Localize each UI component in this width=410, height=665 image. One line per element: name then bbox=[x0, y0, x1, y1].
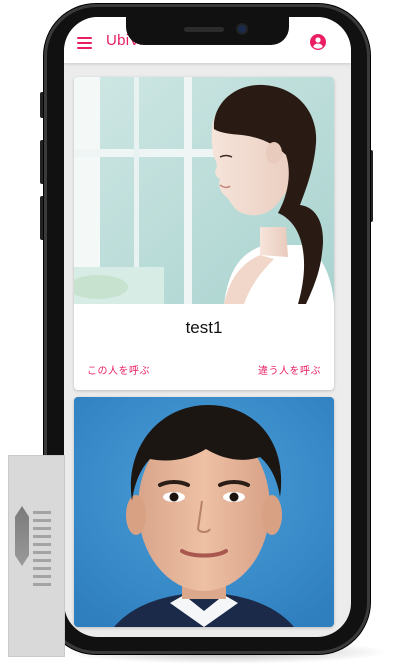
card-list: test1 この人を呼ぶ 違う人を呼ぶ bbox=[74, 77, 336, 634]
phone-notch bbox=[126, 17, 289, 45]
speaker-grille bbox=[184, 27, 224, 32]
logo-text-graphic bbox=[33, 511, 51, 591]
side-logo-card bbox=[8, 455, 65, 657]
logo-mark-icon bbox=[15, 506, 29, 566]
person-card: test1 この人を呼ぶ 違う人を呼ぶ bbox=[74, 77, 334, 390]
card-actions: この人を呼ぶ 違う人を呼ぶ bbox=[74, 348, 334, 390]
call-other-person-button[interactable]: 違う人を呼ぶ bbox=[258, 362, 321, 377]
person-card bbox=[74, 397, 334, 627]
person-name: test1 bbox=[185, 318, 223, 337]
front-camera-icon bbox=[238, 25, 246, 33]
call-this-person-button[interactable]: この人を呼ぶ bbox=[87, 362, 150, 377]
account-circle-icon[interactable] bbox=[310, 34, 326, 50]
person-photo bbox=[74, 77, 334, 304]
phone-screen: UbiVis test1 この人を呼ぶ 違う人を呼ぶ bbox=[64, 17, 351, 637]
menu-icon[interactable] bbox=[77, 37, 92, 49]
person-photo bbox=[74, 397, 334, 627]
